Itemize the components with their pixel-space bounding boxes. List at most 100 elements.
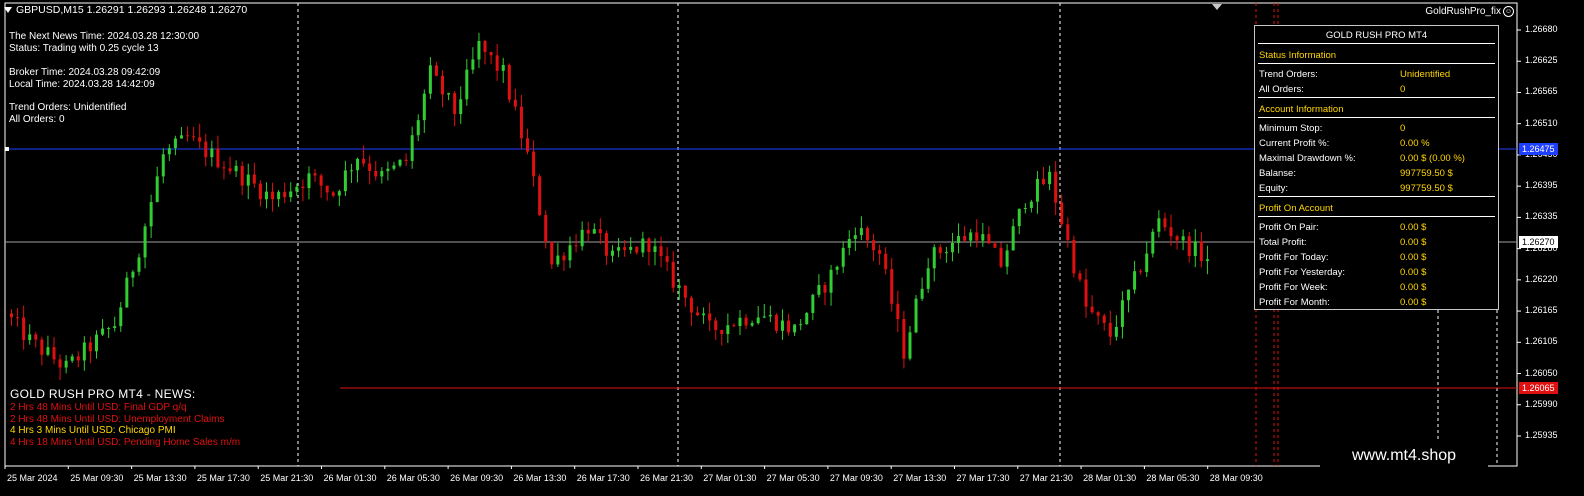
x-tick-label: 27 Mar 01:30 (703, 473, 757, 483)
candle-body (1199, 241, 1203, 262)
row-value: 997759.50 $ (1400, 168, 1453, 179)
candle-body (1090, 306, 1094, 313)
candle-body (362, 158, 366, 164)
candle-body (853, 235, 857, 239)
candle-body (944, 252, 948, 254)
x-tick-label: 26 Mar 13:30 (513, 473, 567, 483)
candle-body (101, 328, 105, 335)
panel-row-equity: Equity: 997759.50 $ (1259, 183, 1494, 195)
row-label: Balanse: (1259, 168, 1296, 179)
candle-body (465, 69, 469, 100)
candle-body (793, 324, 797, 333)
candle-body (708, 313, 712, 321)
price-level-box: 1.26270 (1519, 236, 1558, 248)
status-line: Status: Trading with 0.25 cycle 13 (9, 43, 159, 54)
candle-body (811, 294, 815, 313)
candle-body (161, 154, 165, 177)
candle-body (653, 246, 657, 252)
candle-body (963, 236, 967, 241)
candle-body (732, 325, 736, 327)
candle-body (1157, 218, 1161, 232)
candle-body (179, 135, 183, 139)
candle-body (271, 191, 275, 200)
candle-body (586, 229, 590, 234)
candle-body (410, 135, 414, 161)
candle-body (981, 234, 985, 241)
row-label: Profit On Pair: (1259, 222, 1319, 233)
divider (1258, 43, 1495, 44)
panel-row-profit-month: Profit For Month: 0.00 $ (1259, 297, 1494, 309)
price-level-box: 1.26475 (1519, 143, 1558, 155)
row-label: Profit For Month: (1259, 297, 1330, 308)
row-label: Trend Orders: (1259, 69, 1318, 80)
candle-body (938, 247, 942, 254)
x-tick-label: 27 Mar 21:30 (1019, 473, 1073, 483)
candle-body (501, 64, 505, 71)
candle-body (519, 106, 523, 139)
candle-body (216, 148, 220, 168)
candle-body (598, 229, 602, 234)
candle-body (1151, 231, 1155, 254)
next-news-time: The Next News Time: 2024.03.28 12:30:00 (9, 31, 200, 42)
candle-body (580, 229, 584, 247)
candle-body (611, 250, 614, 256)
candle-body (780, 320, 784, 331)
candle-body (884, 253, 888, 270)
candle-body (192, 136, 196, 138)
row-value: 0.00 $ (1400, 237, 1427, 248)
chart-shift-marker-icon[interactable] (1212, 4, 1222, 10)
symbol-header[interactable]: GBPUSD,M15 1.26291 1.26293 1.26248 1.262… (4, 4, 247, 16)
row-value: 0 (1400, 123, 1406, 134)
candle-body (604, 233, 608, 256)
candle-body (841, 247, 845, 267)
candle-body (28, 334, 32, 341)
candle-body (428, 65, 432, 94)
row-label: Minimum Stop: (1259, 123, 1323, 134)
symbol-header-text: GBPUSD,M15 1.26291 1.26293 1.26248 1.262… (16, 4, 248, 16)
candle-body (343, 170, 347, 192)
row-label: Profit For Week: (1259, 282, 1328, 293)
x-tick-label: 27 Mar 09:30 (829, 473, 883, 483)
candle-body (999, 247, 1003, 267)
candle-body (908, 332, 912, 359)
candle-body (82, 342, 86, 361)
row-label: Equity: (1259, 183, 1289, 194)
candle-body (16, 317, 20, 319)
candle-body (1072, 240, 1076, 274)
y-tick-label: 1.26395 (1525, 180, 1558, 191)
candle-body (1060, 202, 1064, 225)
candle-body (1096, 312, 1100, 316)
candle-body (556, 255, 560, 265)
candle-body (471, 59, 475, 70)
candle-body (647, 238, 651, 252)
candle-body (665, 256, 669, 262)
candle-body (689, 297, 693, 313)
news-item: 4 Hrs 18 Mins Until USD: Pending Home Sa… (10, 436, 241, 448)
x-tick-label: 27 Mar 17:30 (956, 473, 1010, 483)
x-tick-label: 26 Mar 09:30 (450, 473, 504, 483)
candle-body (695, 312, 699, 316)
candle-body (1023, 207, 1027, 209)
candle-body (1139, 271, 1143, 273)
x-tick-label: 28 Mar 01:30 (1083, 473, 1137, 483)
chevron-down-icon[interactable] (4, 7, 12, 14)
y-tick-label: 1.26105 (1525, 336, 1558, 347)
candle-body (1078, 273, 1082, 280)
candle-body (489, 52, 493, 56)
expert-advisor-label[interactable]: GoldRushPro_fix ☺ (1425, 6, 1514, 17)
candle-body (659, 246, 663, 257)
candle-body (1120, 300, 1124, 327)
candle-body (568, 245, 572, 261)
candle-body (683, 285, 687, 298)
candle-body (64, 360, 68, 368)
y-tick-label: 1.25935 (1525, 430, 1558, 440)
row-value: 0.00 $ (1400, 282, 1427, 293)
y-tick-label: 1.26680 (1525, 24, 1558, 34)
candle-body (313, 173, 317, 176)
candle-body (507, 64, 511, 100)
x-tick-label: 28 Mar 05:30 (1146, 473, 1200, 483)
divider (1258, 117, 1495, 118)
row-label: Profit For Today: (1259, 252, 1329, 263)
candle-body (671, 261, 675, 288)
candle-body (404, 159, 408, 161)
